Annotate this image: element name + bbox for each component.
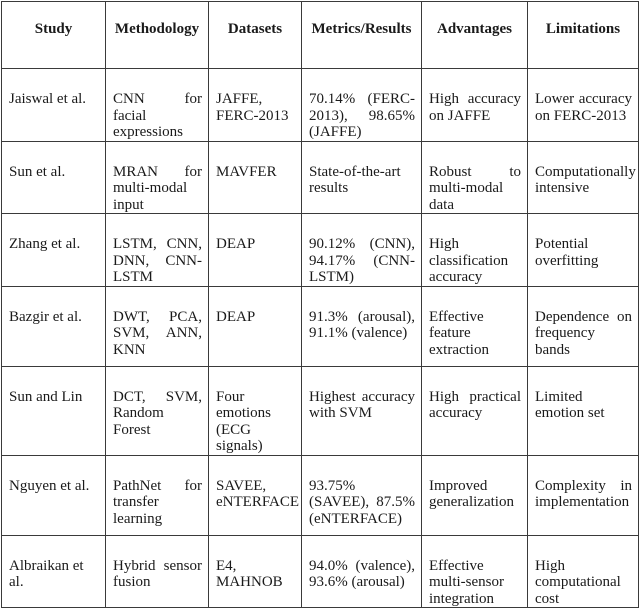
cell-methodology: MRAN for multi-modal input (105, 140, 209, 214)
cell-advantages: Improved generalization (421, 454, 528, 536)
cell-study: Bazgir et al. (1, 285, 106, 367)
table-row: Sun and Lin DCT, SVM, Random Forest Four… (1, 365, 639, 456)
comparison-table: Study Methodology Datasets Metrics/Resul… (1, 1, 639, 608)
cell-datasets: JAFFE, FERC-2013 (208, 68, 302, 142)
cell-advantages: Effective feature extraction (421, 285, 528, 367)
table-row: Albraikan et al. Hybrid sensor fusion E4… (1, 534, 639, 608)
table-row: Jaiswal et al. CNN for facial expression… (1, 68, 639, 142)
cell-datasets: Four emotions (ECG signals) (208, 365, 302, 456)
cell-study: Sun and Lin (1, 365, 106, 456)
cell-limitations: Computationally intensive (527, 140, 639, 214)
cell-methodology: Hybrid sensor fusion (105, 534, 209, 608)
table-row: Bazgir et al. DWT, PCA, SVM, ANN, KNN DE… (1, 285, 639, 367)
table-row: Nguyen et al. PathNet for transfer learn… (1, 454, 639, 536)
header-limitations: Limitations (527, 1, 639, 69)
cell-limitations: Complexity in implementation (527, 454, 639, 536)
cell-advantages: Robust to multi-modal data (421, 140, 528, 214)
cell-study: Jaiswal et al. (1, 68, 106, 142)
cell-advantages: Effective multi-sensor integration (421, 534, 528, 608)
cell-datasets: SAVEE, eNTERFACE (208, 454, 302, 536)
cell-metrics: 94.0% (valence), 93.6% (arousal) (301, 534, 422, 608)
cell-metrics: Highest accuracy with SVM (301, 365, 422, 456)
header-datasets: Datasets (208, 1, 302, 69)
cell-datasets: E4, MAHNOB (208, 534, 302, 608)
header-metrics: Metrics/Results (301, 1, 422, 69)
cell-limitations: Limited emotion set (527, 365, 639, 456)
header-study: Study (1, 1, 106, 69)
cell-metrics: 70.14% (FERC-2013), 98.65% (JAFFE) (301, 68, 422, 142)
cell-limitations: Lower accuracy on FERC-2013 (527, 68, 639, 142)
header-methodology: Methodology (105, 1, 209, 69)
cell-datasets: DEAP (208, 213, 302, 287)
cell-limitations: Dependence on frequency bands (527, 285, 639, 367)
header-advantages: Advantages (421, 1, 528, 69)
cell-metrics: 90.12% (CNN), 94.17% (CNN-LSTM) (301, 213, 422, 287)
cell-metrics: 93.75% (SAVEE), 87.5% (eNTERFACE) (301, 454, 422, 536)
cell-datasets: DEAP (208, 285, 302, 367)
cell-study: Sun et al. (1, 140, 106, 214)
cell-study: Nguyen et al. (1, 454, 106, 536)
cell-datasets: MAVFER (208, 140, 302, 214)
table-row: Sun et al. MRAN for multi-modal input MA… (1, 140, 639, 214)
cell-limitations: Potential overfitting (527, 213, 639, 287)
table-row: Zhang et al. LSTM, CNN, DNN, CNN-LSTM DE… (1, 213, 639, 287)
cell-advantages: High practical accuracy (421, 365, 528, 456)
cell-advantages: High accuracy on JAFFE (421, 68, 528, 142)
cell-study: Albraikan et al. (1, 534, 106, 608)
cell-methodology: CNN for facial expressions (105, 68, 209, 142)
cell-methodology: DCT, SVM, Random Forest (105, 365, 209, 456)
cell-methodology: LSTM, CNN, DNN, CNN-LSTM (105, 213, 209, 287)
cell-study: Zhang et al. (1, 213, 106, 287)
cell-advantages: High classification accuracy (421, 213, 528, 287)
header-row: Study Methodology Datasets Metrics/Resul… (1, 1, 639, 69)
cell-limitations: High computational cost (527, 534, 639, 608)
cell-metrics: 91.3% (arousal), 91.1% (valence) (301, 285, 422, 367)
cell-methodology: PathNet for transfer learning (105, 454, 209, 536)
cell-metrics: State-of-the-art results (301, 140, 422, 214)
cell-methodology: DWT, PCA, SVM, ANN, KNN (105, 285, 209, 367)
